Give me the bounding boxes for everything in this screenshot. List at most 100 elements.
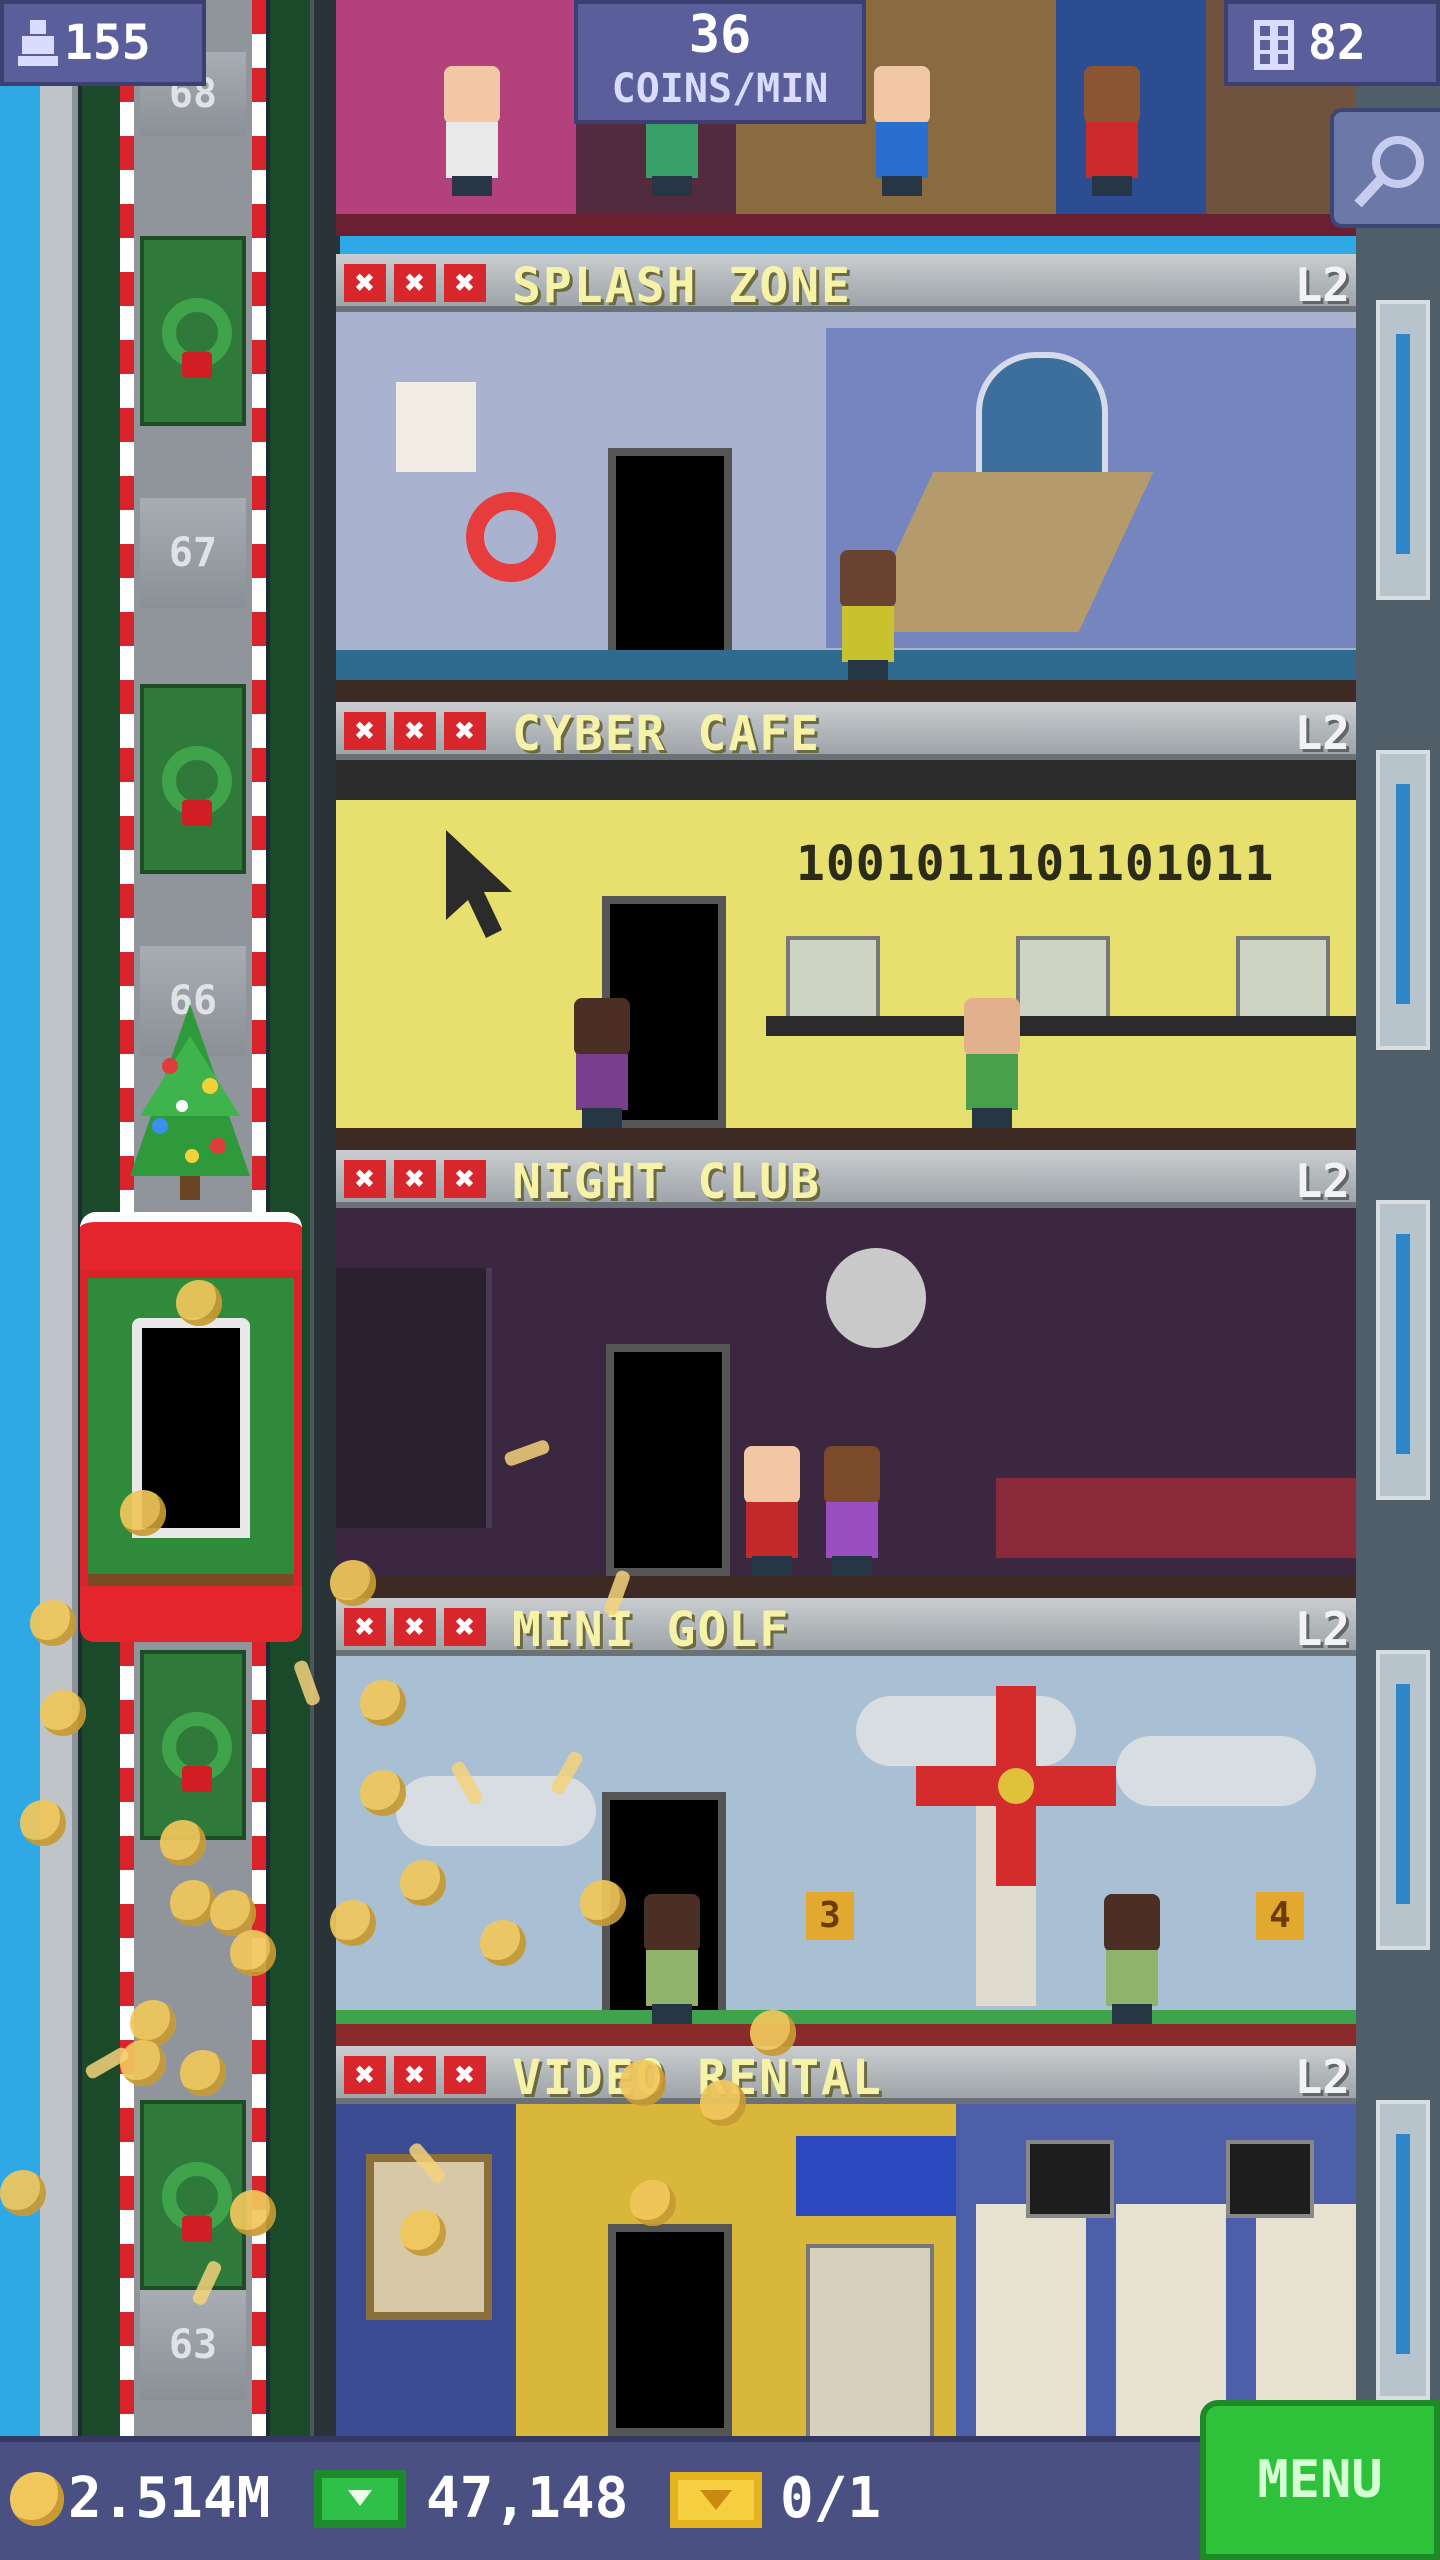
resident[interactable]	[636, 1894, 708, 2024]
resident[interactable]	[832, 550, 904, 680]
coin-icon	[10, 2472, 64, 2526]
room-interior	[336, 1208, 1356, 1598]
disco-ball	[826, 1248, 926, 1348]
room-door	[608, 448, 732, 680]
coin-particle	[330, 1900, 376, 1946]
coin-particle	[700, 2080, 746, 2126]
lounge-sofa	[996, 1478, 1356, 1558]
floor-banner: ✖ ✖ ✖ NIGHT CLUB L2	[336, 1150, 1356, 1210]
empty-slot-x-icon: ✖	[394, 264, 436, 302]
elevator-floor-number[interactable]: 67	[140, 498, 246, 608]
floor-mini-golf[interactable]: ✖ ✖ ✖ MINI GOLF L2 3 4	[336, 1598, 1356, 2046]
putting-green	[336, 2010, 1356, 2024]
resident[interactable]	[1096, 1894, 1168, 2024]
coin-particle	[40, 1690, 86, 1736]
resident[interactable]	[1076, 66, 1148, 196]
room-floor	[336, 1128, 1356, 1150]
coin-particle	[480, 1920, 526, 1966]
coin-particle	[360, 1680, 406, 1726]
hole-number-sign: 4	[1256, 1892, 1304, 1940]
cloud-decoration	[1116, 1736, 1316, 1806]
resident[interactable]	[566, 998, 638, 1128]
wreath-decoration	[140, 2100, 246, 2290]
floor-banner: ✖ ✖ ✖ CYBER CAFE L2	[336, 702, 1356, 762]
floor-banner: ✖ ✖ ✖ MINI GOLF L2	[336, 1598, 1356, 1658]
banknote-icon	[314, 2470, 406, 2528]
building-wall	[1356, 0, 1440, 2436]
empty-slot-x-icon: ✖	[344, 1608, 386, 1646]
coin-particle	[360, 1770, 406, 1816]
floor-level: L2	[1294, 258, 1350, 312]
tv-screen	[1226, 2140, 1314, 2218]
floor-name: MINI GOLF	[512, 1602, 791, 1658]
coin-particle	[20, 1800, 66, 1846]
resident[interactable]	[956, 998, 1028, 1128]
cursor-icon	[446, 830, 512, 938]
window	[1376, 750, 1430, 1050]
computer-monitor	[786, 936, 880, 1024]
elevator-floor-number[interactable]: 63	[140, 2290, 246, 2400]
resident[interactable]	[736, 1446, 808, 1576]
resident[interactable]	[866, 66, 938, 196]
wreath-decoration	[140, 236, 246, 426]
window	[1376, 1650, 1430, 1950]
empty-slot-x-icon: ✖	[394, 2056, 436, 2094]
coins-per-minute-display: 36 COINS/MIN	[574, 0, 866, 124]
floor-name: CYBER CAFE	[512, 706, 821, 762]
coin-particle	[750, 2010, 796, 2056]
coins-total: 2.514M	[68, 2466, 271, 2531]
wreath-decoration	[140, 684, 246, 874]
arcade-machine	[806, 2244, 934, 2436]
coin-particle	[210, 1890, 256, 1936]
floor-video-rental[interactable]: ✖ ✖ ✖ VIDEO RENTAL L2	[336, 2046, 1356, 2436]
empty-slot-x-icon: ✖	[344, 712, 386, 750]
population-counter[interactable]: 155	[0, 0, 206, 86]
computer-monitor	[1016, 936, 1110, 1024]
ceiling-strip	[336, 760, 1356, 800]
coin-particle	[620, 2060, 666, 2106]
room-door	[606, 1344, 730, 1576]
empty-slot-x-icon: ✖	[344, 264, 386, 302]
coin-particle	[580, 1880, 626, 1926]
coin-particle	[330, 1560, 376, 1606]
floor-cyber-cafe[interactable]: ✖ ✖ ✖ CYBER CAFE L2 1001011101101011	[336, 702, 1356, 1150]
bux-total: 47,148	[426, 2466, 629, 2531]
menu-button[interactable]: MENU	[1200, 2400, 1440, 2560]
window	[1376, 1200, 1430, 1500]
elevator-car[interactable]	[80, 1212, 302, 1642]
floor-name: NIGHT CLUB	[512, 1154, 821, 1210]
elevator-base	[80, 1586, 302, 1642]
search-button[interactable]	[1330, 108, 1440, 228]
window	[1376, 300, 1430, 600]
floor-night-club[interactable]: ✖ ✖ ✖ NIGHT CLUB L2	[336, 1150, 1356, 1598]
person-icon	[18, 20, 58, 66]
coin-particle	[160, 1820, 206, 1866]
coin-particle	[130, 2000, 176, 2046]
elevator-roof	[80, 1212, 302, 1272]
window	[1376, 2100, 1430, 2400]
coin-particle	[30, 1600, 76, 1646]
room-floor	[336, 2024, 1356, 2046]
floor-count-display[interactable]: 82	[1224, 0, 1440, 86]
resident[interactable]	[816, 1446, 888, 1576]
tv-screen	[1026, 2140, 1114, 2218]
coins-per-minute-unit: COINS/MIN	[611, 66, 829, 112]
floor-splash-zone[interactable]: ✖ ✖ ✖ SPLASH ZONE L2	[336, 254, 1356, 702]
coin-particle	[230, 1930, 276, 1976]
coin-particle	[0, 2170, 46, 2216]
empty-slot-x-icon: ✖	[394, 1160, 436, 1198]
empty-slot-x-icon: ✖	[444, 2056, 486, 2094]
empty-slot-x-icon: ✖	[444, 1160, 486, 1198]
tickets-total: 0/1	[780, 2466, 882, 2531]
floor-banner: ✖ ✖ ✖ VIDEO RENTAL L2	[336, 2046, 1356, 2106]
computer-monitor	[1236, 936, 1330, 1024]
room-interior: 3 4	[336, 1656, 1356, 2046]
empty-slot-x-icon: ✖	[344, 1160, 386, 1198]
wreath-decoration	[140, 1650, 246, 1840]
empty-slot-x-icon: ✖	[444, 1608, 486, 1646]
coin-particle	[170, 1880, 216, 1926]
room-door	[608, 2224, 732, 2436]
resident[interactable]	[436, 66, 508, 196]
life-ring-icon	[466, 492, 556, 582]
christmas-tree-decoration	[130, 1004, 250, 1200]
